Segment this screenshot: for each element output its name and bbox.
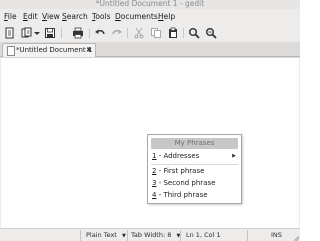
- snippets-popup-menu: My Phrases 1 - Addresses ▶ 2 - First phr…: [147, 134, 242, 204]
- toolbar-separator: [61, 28, 62, 38]
- toolbar-separator: [89, 28, 90, 38]
- menu-help[interactable]: Help: [158, 11, 175, 22]
- close-tab-icon[interactable]: ✖: [86, 45, 92, 56]
- window-title: *Untitled Document 1 - gedit: [95, 0, 205, 8]
- cursor-position: Ln 1, Col 1: [186, 231, 221, 239]
- resize-grip-icon[interactable]: [293, 235, 299, 241]
- status-divider: [247, 230, 248, 241]
- open-dropdown-icon[interactable]: [33, 27, 41, 39]
- menu-search[interactable]: Search: [62, 11, 88, 22]
- print-icon[interactable]: [72, 27, 84, 39]
- item-label: - First phrase: [156, 167, 205, 175]
- status-bar: Plain Text ▼ Tab Width: 8 ▼ Ln 1, Col 1 …: [0, 228, 300, 241]
- language-dropdown-icon: ▼: [121, 233, 126, 239]
- toolbar: [0, 24, 300, 42]
- find-icon[interactable]: [188, 27, 200, 39]
- popup-item-first-phrase[interactable]: 2 - First phrase: [152, 166, 238, 177]
- redo-icon[interactable]: [111, 27, 123, 39]
- item-label: - Addresses: [156, 152, 200, 160]
- copy-icon[interactable]: [150, 27, 162, 39]
- popup-item-third-phrase[interactable]: 4 - Third phrase: [152, 190, 238, 201]
- insert-mode: INS: [271, 231, 282, 239]
- tab-width-label: Tab Width: 8: [131, 231, 172, 239]
- status-divider: [180, 230, 181, 241]
- status-divider: [80, 230, 81, 241]
- popup-separator: [151, 164, 238, 165]
- title-bar[interactable]: *Untitled Document 1 - gedit: [0, 0, 300, 9]
- popup-header: My Phrases: [151, 138, 238, 149]
- tab-width-selector[interactable]: Tab Width: 8 ▼: [131, 230, 180, 241]
- popup-item-second-phrase[interactable]: 3 - Second phrase: [152, 178, 238, 189]
- tab-bar: *Untitled Document 1 ✖: [0, 42, 300, 57]
- item-label: - Third phrase: [156, 191, 208, 199]
- gedit-window: *Untitled Document 1 - gedit File Edit V…: [0, 0, 300, 241]
- toolbar-separator: [127, 28, 128, 38]
- new-document-icon[interactable]: [4, 27, 16, 39]
- save-icon[interactable]: [44, 27, 56, 39]
- find-replace-icon[interactable]: [205, 27, 217, 39]
- submenu-arrow-icon: ▶: [232, 153, 236, 159]
- menu-documents[interactable]: Documents: [115, 11, 158, 22]
- tab-label: *Untitled Document 1: [16, 46, 93, 54]
- item-label: - Second phrase: [156, 179, 216, 187]
- tab-untitled-document-1[interactable]: *Untitled Document 1 ✖: [2, 43, 96, 57]
- cut-icon[interactable]: [133, 27, 145, 39]
- status-divider: [127, 230, 128, 241]
- menu-bar: File Edit View Search Tools Documents He…: [0, 9, 300, 24]
- popup-item-addresses[interactable]: 1 - Addresses ▶: [152, 151, 238, 162]
- menu-view[interactable]: View: [42, 11, 60, 22]
- toolbar-separator: [183, 28, 184, 38]
- menu-tools[interactable]: Tools: [92, 11, 110, 22]
- language-label: Plain Text: [86, 231, 117, 239]
- popup-title: My Phrases: [174, 139, 215, 147]
- undo-icon[interactable]: [94, 27, 106, 39]
- open-icon[interactable]: [21, 27, 33, 39]
- menu-edit[interactable]: Edit: [23, 11, 38, 22]
- paste-icon[interactable]: [167, 27, 179, 39]
- document-icon: [7, 46, 15, 56]
- language-selector[interactable]: Plain Text ▼: [86, 230, 126, 241]
- menu-file[interactable]: File: [4, 11, 17, 22]
